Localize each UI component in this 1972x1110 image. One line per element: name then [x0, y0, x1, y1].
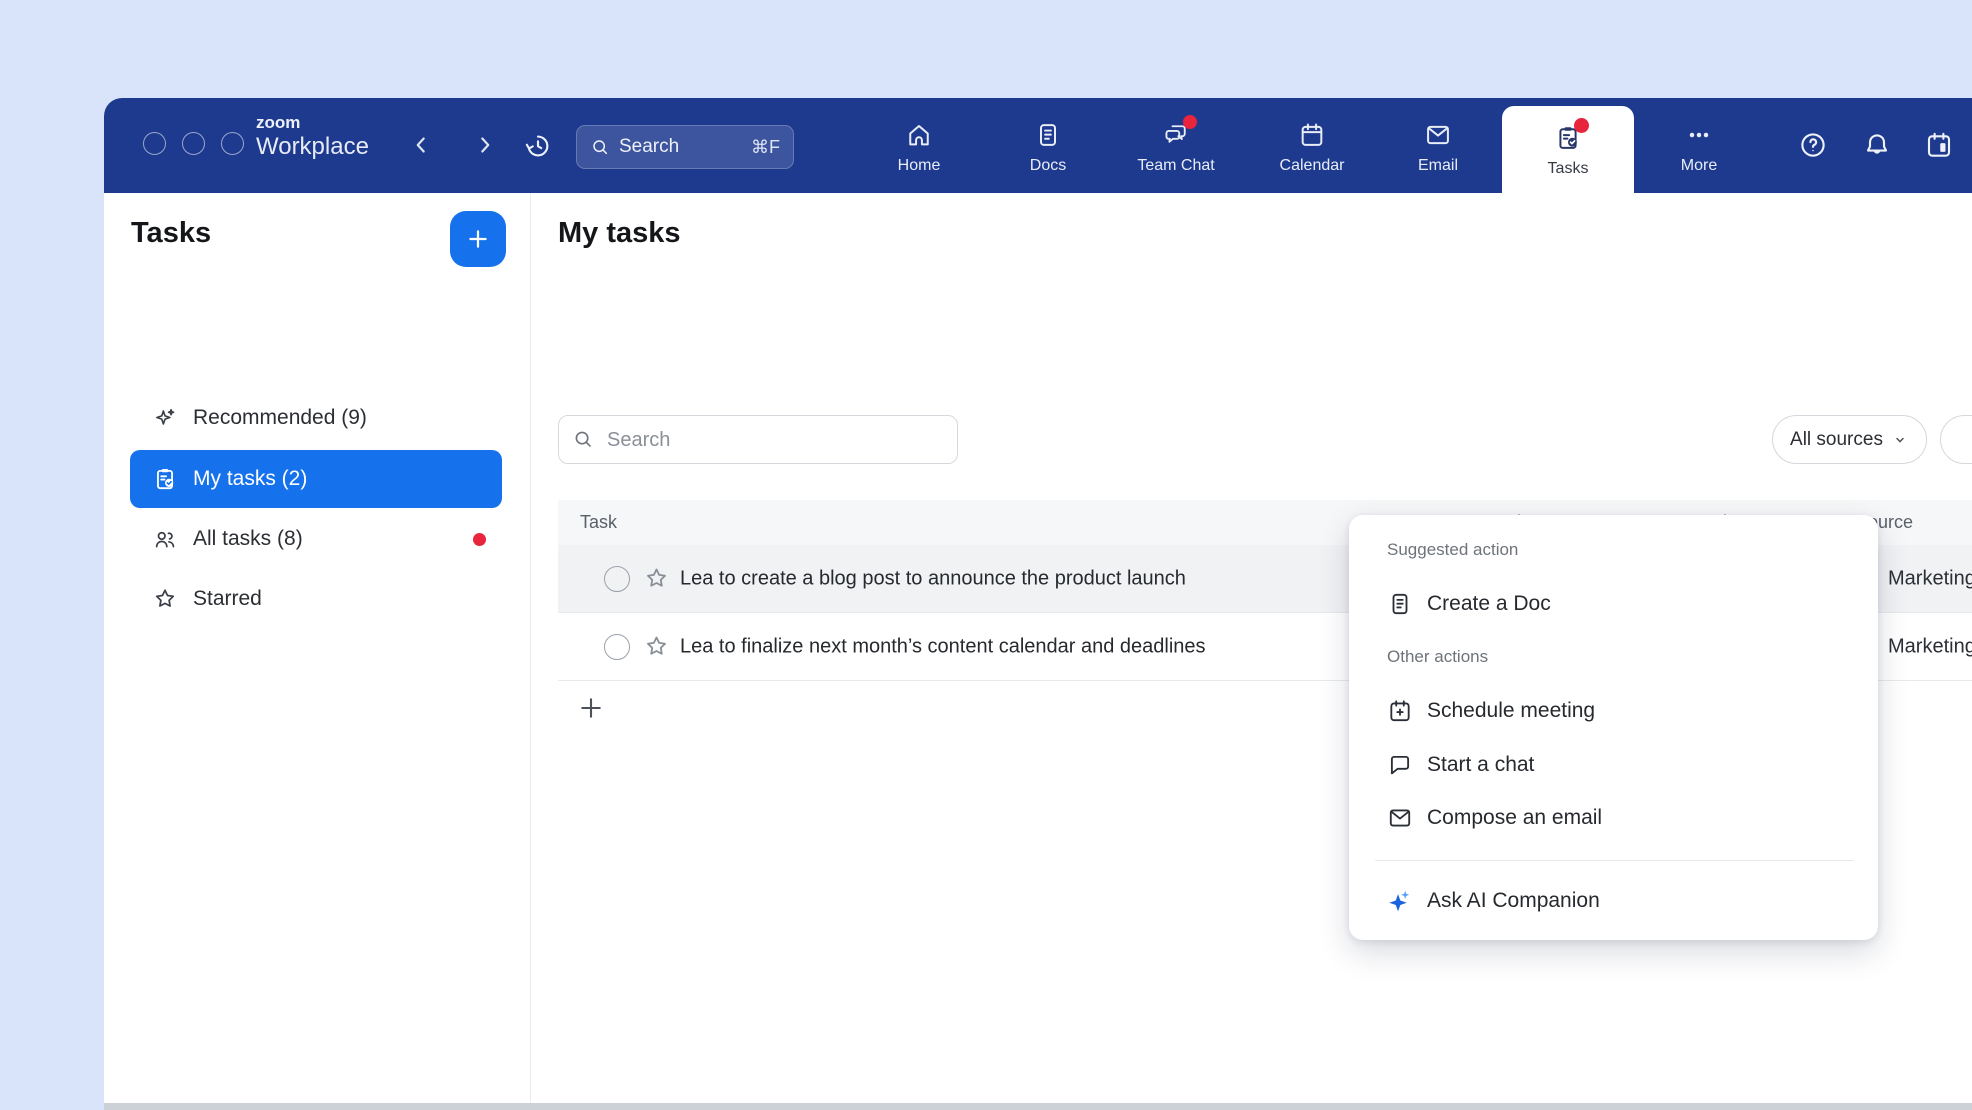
nav-item-email[interactable]: Email [1383, 98, 1493, 193]
window-controls[interactable] [143, 132, 244, 155]
add-task-inline-button[interactable] [577, 694, 605, 722]
task-title: Lea to finalize next month’s content cal… [680, 635, 1206, 658]
source-value: Marketing [1888, 567, 1972, 590]
brand-workplace-text: Workplace [256, 134, 369, 159]
star-icon[interactable] [643, 633, 670, 660]
menu-item-label: Compose an email [1427, 806, 1602, 830]
nav-label-more: More [1681, 157, 1717, 175]
brand-zoom-text: zoom [256, 114, 369, 132]
menu-item-start-chat[interactable]: Start a chat [1373, 742, 1854, 788]
home-icon [905, 121, 933, 149]
calendar-plus-icon [1387, 698, 1413, 724]
brand-logo: zoom Workplace [256, 114, 369, 159]
nav-item-more[interactable]: More [1644, 98, 1754, 193]
calendar-icon [1298, 121, 1326, 149]
sources-filter-label: All sources [1790, 429, 1883, 451]
menu-item-label: Create a Doc [1427, 592, 1551, 616]
sidebar-item-label: All tasks (8) [193, 527, 303, 551]
task-title: Lea to create a blog post to announce th… [680, 567, 1186, 590]
menu-item-compose-email[interactable]: Compose an email [1373, 795, 1854, 841]
search-icon [590, 137, 610, 157]
sidebar-item-label: My tasks (2) [193, 467, 307, 491]
global-search[interactable]: Search ⌘F [576, 125, 794, 169]
menu-item-label: Schedule meeting [1427, 699, 1595, 723]
task-complete-radio[interactable] [604, 566, 630, 592]
team-chat-icon [1162, 121, 1190, 149]
task-complete-radio[interactable] [604, 634, 630, 660]
nav-label-calendar: Calendar [1280, 157, 1345, 175]
forward-chevron-icon[interactable] [472, 132, 498, 158]
menu-section-other: Other actions [1387, 647, 1488, 667]
team-chat-badge [1183, 115, 1197, 129]
screen: zoom Workplace Search ⌘F [0, 0, 1972, 1110]
tasks-search [558, 415, 958, 464]
ai-companion-sparkle-icon [1387, 888, 1413, 914]
nav-item-docs[interactable]: Docs [993, 98, 1103, 193]
more-icon [1685, 121, 1713, 149]
email-icon [1387, 805, 1413, 831]
people-icon [152, 526, 178, 552]
nav-label-docs: Docs [1030, 157, 1066, 175]
tasks-badge [1574, 118, 1589, 133]
sidebar-title: Tasks [131, 217, 211, 250]
help-icon[interactable] [1798, 130, 1828, 160]
sidebar-item-label: Starred [193, 587, 262, 611]
star-icon [152, 586, 178, 612]
column-header-task: Task [580, 500, 617, 545]
tasks-search-input[interactable] [605, 416, 949, 465]
scheduler-calendar-icon[interactable] [1924, 130, 1954, 160]
page-title: My tasks [558, 217, 681, 250]
nav-label-home: Home [898, 157, 941, 175]
all-tasks-badge [473, 533, 486, 546]
doc-icon [1387, 591, 1413, 617]
menu-item-label: Ask AI Companion [1427, 889, 1600, 913]
ai-actions-menu: Suggested action Create a Doc Other acti… [1349, 515, 1878, 940]
search-icon [572, 428, 594, 450]
top-navbar: zoom Workplace Search ⌘F [104, 98, 1972, 193]
email-icon [1424, 121, 1452, 149]
menu-item-label: Start a chat [1427, 753, 1534, 777]
sources-filter-button[interactable]: All sources [1772, 415, 1927, 464]
tasks-icon [1554, 124, 1582, 152]
sidebar-item-starred[interactable]: Starred [130, 570, 502, 628]
sidebar-item-my-tasks[interactable]: My tasks (2) [130, 450, 502, 508]
my-tasks-icon [152, 466, 178, 492]
sidebar-item-recommended[interactable]: Recommended (9) [130, 389, 502, 447]
nav-item-home[interactable]: Home [864, 98, 974, 193]
menu-divider [1375, 860, 1854, 861]
window-bottom-edge [104, 1103, 1972, 1110]
sidebar-item-all-tasks[interactable]: All tasks (8) [130, 510, 502, 568]
menu-item-schedule-meeting[interactable]: Schedule meeting [1373, 688, 1854, 734]
history-icon[interactable] [523, 131, 553, 161]
clipped-filter-button[interactable] [1940, 415, 1972, 464]
tasks-sidebar: Tasks Recommended (9) [104, 193, 531, 1103]
sparkle-icon [152, 405, 178, 431]
menu-item-create-doc[interactable]: Create a Doc [1373, 581, 1854, 627]
sidebar-item-label: Recommended (9) [193, 406, 367, 430]
nav-label-tasks: Tasks [1548, 160, 1589, 178]
nav-label-team-chat: Team Chat [1137, 157, 1214, 175]
chat-bubble-icon [1387, 752, 1413, 778]
back-chevron-icon[interactable] [408, 132, 434, 158]
nav-item-team-chat[interactable]: Team Chat [1121, 98, 1231, 193]
menu-item-ask-ai-companion[interactable]: Ask AI Companion [1373, 878, 1854, 924]
nav-tab-tasks-active[interactable]: Tasks [1502, 106, 1634, 193]
window-control-minimize[interactable] [182, 132, 205, 155]
window-control-zoom[interactable] [221, 132, 244, 155]
add-task-button[interactable] [450, 211, 506, 267]
chevron-down-icon [1891, 431, 1909, 449]
global-search-label: Search [619, 136, 751, 158]
menu-section-suggested: Suggested action [1387, 540, 1518, 560]
global-search-shortcut: ⌘F [751, 137, 780, 158]
docs-icon [1034, 121, 1062, 149]
nav-label-email: Email [1418, 157, 1458, 175]
source-value: Marketing [1888, 635, 1972, 658]
notifications-bell-icon[interactable] [1862, 130, 1892, 160]
window-control-close[interactable] [143, 132, 166, 155]
nav-item-calendar[interactable]: Calendar [1257, 98, 1367, 193]
star-icon[interactable] [643, 565, 670, 592]
